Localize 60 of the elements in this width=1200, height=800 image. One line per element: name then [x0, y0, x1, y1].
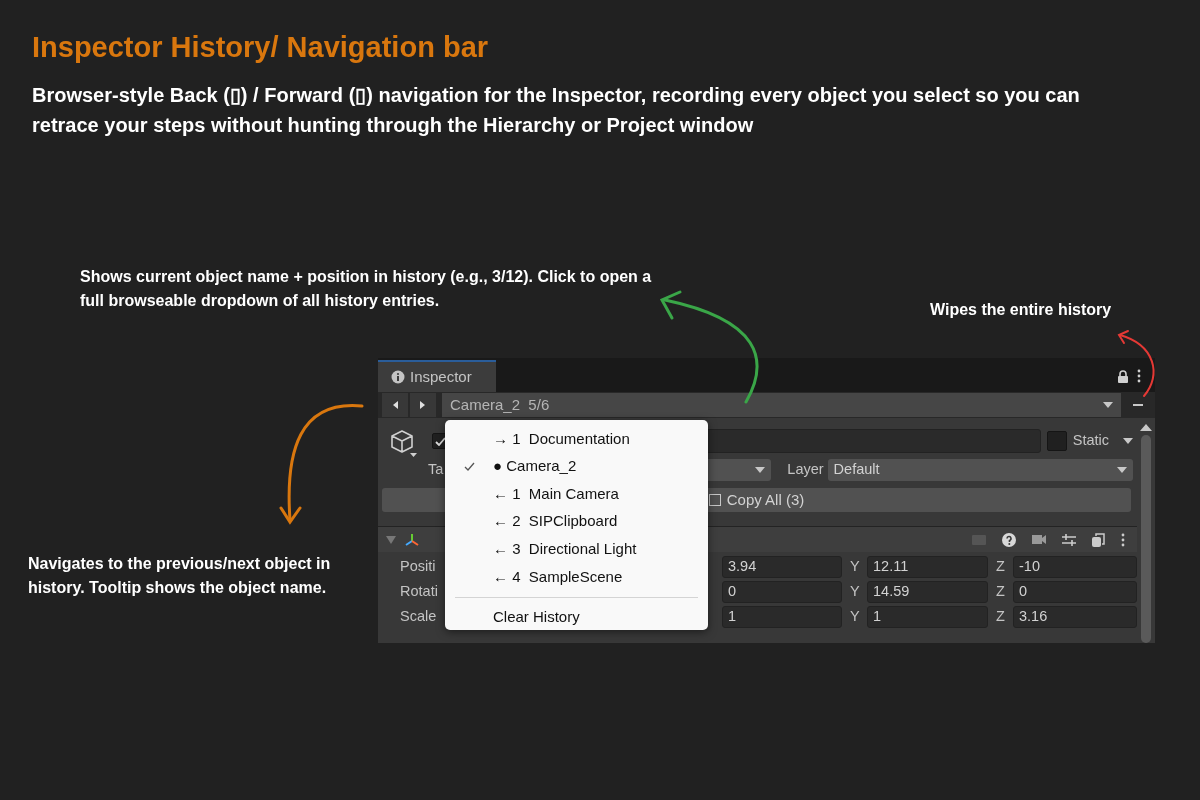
menu-item[interactable]: → 1 Documentation: [445, 425, 708, 453]
menu-item[interactable]: ● Camera_2: [445, 452, 708, 481]
axis-label: Z: [996, 581, 1006, 601]
forward-button[interactable]: [410, 393, 436, 417]
sliders-icon[interactable]: [1062, 532, 1076, 547]
foldout-triangle-icon[interactable]: [386, 535, 396, 544]
slide-subtitle: Browser-style Back (▯) / Forward (▯) navigation for the Inspector, recording every object you select so you can retrace your steps without hunting through the Hierarchy or Project window: [32, 83, 1081, 138]
caret-icon: [755, 467, 766, 473]
number-field[interactable]: 12.11: [867, 555, 988, 578]
layer-label: Layer: [787, 460, 824, 480]
menu-item[interactable]: ← 4 SampleScene: [445, 562, 708, 591]
field-label: Positi: [400, 557, 436, 574]
forward-arrow-icon: [419, 400, 427, 410]
curved-arrow: [1117, 330, 1155, 397]
layer-dropdown[interactable]: Default: [827, 459, 1133, 481]
axis-label: Y: [850, 606, 861, 626]
square-icon: [708, 494, 721, 506]
back-arrow-icon: [391, 400, 399, 410]
number-field[interactable]: 14.59: [867, 580, 988, 603]
number-field[interactable]: 0: [722, 580, 842, 603]
menu-item[interactable]: ← 3 Directional Light: [445, 535, 708, 563]
menu-item[interactable]: Clear History: [445, 603, 708, 632]
slide-title: Inspector History/ Navigation bar: [32, 30, 489, 65]
camera-icon[interactable]: [1032, 534, 1046, 545]
axis-label: Z: [996, 606, 1006, 626]
scroll-up-icon[interactable]: [1140, 424, 1152, 431]
inspector-tab[interactable]: Inspector: [378, 360, 496, 392]
annotation-text: Wipes the entire history: [930, 300, 1113, 320]
caret-icon: [1103, 402, 1113, 408]
checkmark-icon: [434, 436, 446, 446]
field-label: Scale: [400, 607, 437, 624]
number-field[interactable]: 3.16: [1013, 605, 1137, 628]
number-field[interactable]: 1: [722, 605, 842, 628]
annotation-text: Navigates to the previous/next object in history. Tooltip shows the object name.: [28, 554, 332, 598]
static-label: Static: [1072, 431, 1109, 451]
caret-icon[interactable]: [1123, 438, 1133, 444]
info-icon: [391, 370, 405, 384]
back-button[interactable]: [382, 393, 408, 417]
history-dropdown[interactable]: Camera_2 5/6: [442, 393, 1121, 417]
minus-icon: [1133, 404, 1143, 406]
axis-label: Y: [850, 556, 861, 576]
transform-axes-icon: [404, 532, 420, 547]
annotation-text: Shows current object name + position in history (e.g., 3/12). Click to open a full browseable dropdown of all history entries.: [80, 267, 653, 311]
kebab-menu-icon[interactable]: [1137, 369, 1141, 383]
number-field[interactable]: -10: [1013, 555, 1137, 578]
static-checkbox[interactable]: [1046, 431, 1067, 451]
scrollbar-thumb[interactable]: [1141, 435, 1151, 643]
lock-icon[interactable]: [1117, 369, 1129, 383]
field-label: Rotati: [400, 582, 438, 599]
copy-icon[interactable]: [1092, 532, 1105, 547]
number-field[interactable]: 0: [1013, 580, 1137, 603]
tag-label: Ta: [428, 460, 444, 480]
axis-label: Z: [996, 556, 1006, 576]
kebab-menu-icon[interactable]: [1121, 532, 1125, 547]
caret-icon: [1117, 467, 1127, 473]
cube-icon[interactable]: [388, 429, 418, 459]
number-field[interactable]: 1: [867, 605, 988, 628]
axis-label: Y: [850, 581, 861, 601]
help-icon[interactable]: [1002, 532, 1016, 547]
number-field[interactable]: 3.94: [722, 555, 842, 578]
